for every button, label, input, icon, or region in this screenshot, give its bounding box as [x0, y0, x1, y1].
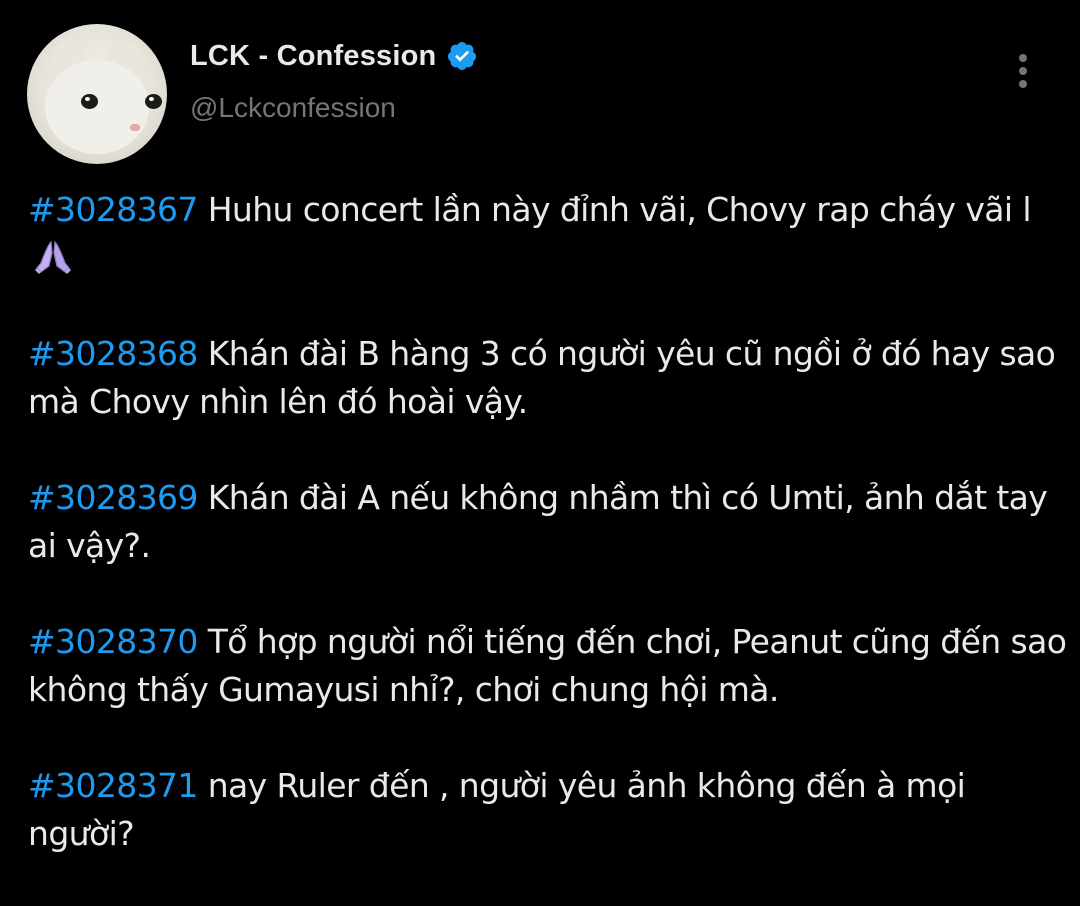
confession-post: #3028369 Khán đài A nếu không nhầm thì c… [28, 474, 1068, 570]
more-options-button[interactable] [1004, 48, 1042, 94]
avatar[interactable] [27, 24, 167, 164]
confession-post: #3028371 nay Ruler đến , người yêu ảnh k… [28, 762, 1068, 858]
handle[interactable]: @Lckconfession [190, 92, 396, 124]
more-vertical-icon-dot [1019, 80, 1027, 88]
name-row: LCK - Confession [190, 38, 478, 74]
hashtag-link[interactable]: #3028371 [28, 766, 198, 805]
avatar-eye-right [145, 94, 162, 109]
more-vertical-icon-dot [1019, 67, 1027, 75]
tweet-body: #3028367 Huhu concert lần này đỉnh vãi, … [28, 186, 1068, 906]
hashtag-link[interactable]: #3028367 [28, 190, 198, 229]
hashtag-link[interactable]: #3028370 [28, 622, 198, 661]
more-vertical-icon [1019, 54, 1027, 62]
avatar-nose [130, 124, 140, 131]
hashtag-link[interactable]: #3028369 [28, 478, 198, 517]
folded-hands-emoji [34, 239, 72, 275]
post-text: Huhu concert lần này đỉnh vãi, Chovy rap… [197, 190, 1032, 229]
avatar-eye-left [81, 94, 98, 109]
avatar-face [45, 60, 149, 154]
hashtag-link[interactable]: #3028368 [28, 334, 198, 373]
verified-badge-icon [446, 40, 478, 72]
confession-post: #3028367 Huhu concert lần này đỉnh vãi, … [28, 186, 1068, 282]
confession-post: #3028368 Khán đài B hàng 3 có người yêu … [28, 330, 1068, 426]
tweet-header: LCK - Confession @Lckconfession [0, 0, 1080, 180]
confession-post: #3028370 Tổ hợp người nổi tiếng đến chơi… [28, 618, 1068, 714]
display-name[interactable]: LCK - Confession [190, 40, 436, 73]
